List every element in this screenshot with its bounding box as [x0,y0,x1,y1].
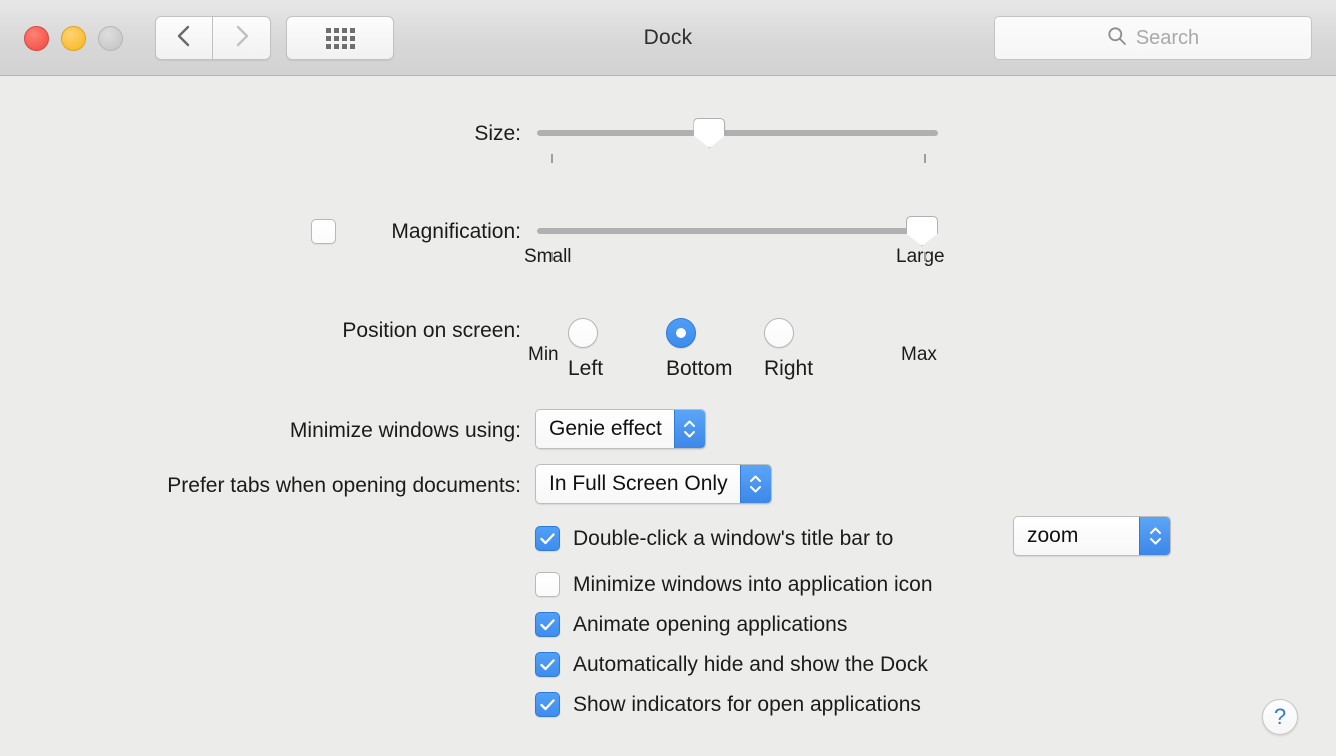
position-radio-bottom[interactable] [666,318,696,348]
show-indicators-checkbox[interactable] [535,692,560,717]
position-radio-bottom-label: Bottom [666,357,696,381]
checkbox-label: Show indicators for open applications [573,693,921,717]
minimize-effect-popup[interactable]: Genie effect [535,409,706,449]
search-placeholder: Search [1136,27,1199,50]
checkbox-label: Animate opening applications [573,613,847,637]
double-click-checkbox[interactable] [535,526,560,551]
minimize-into-icon-checkbox[interactable] [535,572,560,597]
chevron-updown-icon[interactable] [740,465,771,503]
search-field[interactable]: Search [994,16,1312,60]
size-tick-min [551,154,553,163]
help-button[interactable]: ? [1262,699,1298,735]
position-radio-right-label: Right [764,357,794,381]
size-slider-thumb[interactable] [693,118,725,148]
checkmark-icon [540,533,555,545]
size-tick-max [924,154,926,163]
position-label: Position on screen: [342,319,521,343]
magnification-max-label: Max [901,344,937,366]
checkbox-row: Show indicators for open applications [535,692,921,717]
checkmark-icon [540,619,555,631]
double-click-action-value: zoom [1014,517,1139,555]
window-titlebar: Dock Search [0,0,1336,76]
checkbox-label: Automatically hide and show the Dock [573,653,928,677]
minimize-effect-label: Minimize windows using: [290,419,521,443]
chevron-updown-icon[interactable] [674,410,705,448]
checkbox-row: Animate opening applications [535,612,847,637]
search-icon [1107,26,1127,51]
radio-option-bottom[interactable]: Bottom [666,318,696,381]
auto-hide-dock-checkbox[interactable] [535,652,560,677]
magnification-slider-track[interactable] [537,228,938,234]
position-radio-left-label: Left [568,357,598,381]
checkmark-icon [540,699,555,711]
checkbox-label: Minimize windows into application icon [573,573,933,597]
prefer-tabs-label: Prefer tabs when opening documents: [167,474,521,498]
magnification-slider-thumb[interactable] [906,216,938,246]
radio-dot [676,328,686,338]
animate-opening-checkbox[interactable] [535,612,560,637]
size-slider[interactable] [537,116,938,176]
magnification-checkbox[interactable] [311,219,336,244]
checkbox-row: Automatically hide and show the Dock [535,652,928,677]
checkmark-icon [540,659,555,671]
checkbox-row: Minimize windows into application icon [535,572,933,597]
preferences-content: Size: Small Large Magnification: Min Max… [0,76,1336,756]
chevron-updown-icon[interactable] [1139,517,1170,555]
position-radio-left[interactable] [568,318,598,348]
dock-preferences-window: Dock Search Size: Small Large [0,0,1336,756]
size-label: Size: [474,122,521,146]
position-radio-right[interactable] [764,318,794,348]
magnification-tick-min [551,252,553,261]
prefer-tabs-value: In Full Screen Only [536,465,740,503]
help-icon: ? [1274,704,1286,730]
magnification-tick-max [924,252,926,261]
double-click-row: Double-click a window's title bar to [535,526,893,551]
magnification-label: Magnification: [391,220,521,244]
radio-option-left[interactable]: Left [568,318,598,381]
radio-option-right[interactable]: Right [764,318,794,381]
double-click-action-popup[interactable]: zoom [1013,516,1171,556]
minimize-effect-value: Genie effect [536,410,674,448]
size-slider-track[interactable] [537,130,938,136]
double-click-label: Double-click a window's title bar to [573,527,893,551]
magnification-min-label: Min [528,344,559,366]
magnification-slider[interactable] [537,214,938,274]
prefer-tabs-popup[interactable]: In Full Screen Only [535,464,772,504]
